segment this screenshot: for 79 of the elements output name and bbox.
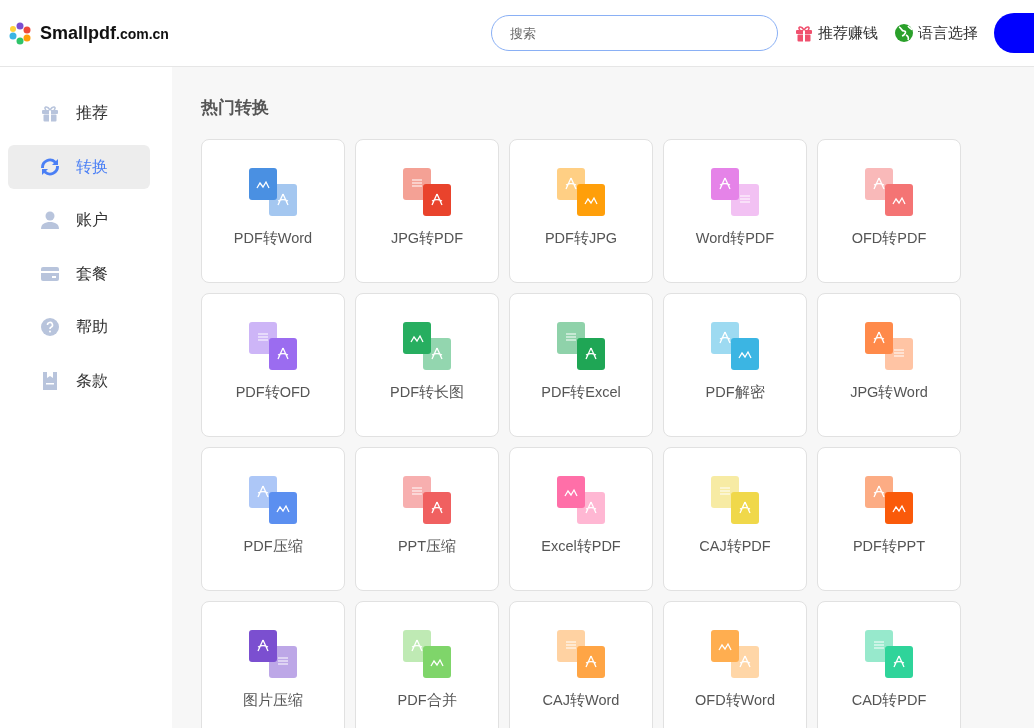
tool-label: PDF转OFD bbox=[234, 382, 312, 402]
user-icon bbox=[40, 210, 60, 230]
file-conversion-icon bbox=[403, 629, 451, 678]
gift-icon bbox=[40, 103, 60, 123]
file-conversion-icon bbox=[557, 321, 605, 370]
tool-label: PDF转PPT bbox=[851, 536, 927, 556]
file-conversion-icon bbox=[403, 167, 451, 216]
gift-icon bbox=[794, 23, 814, 43]
tool-card[interactable]: Word转PDF bbox=[663, 138, 807, 283]
file-conversion-icon bbox=[711, 321, 759, 370]
tool-label: CAJ转Word bbox=[541, 690, 621, 710]
tool-label: 图片压缩 bbox=[242, 690, 304, 710]
tool-card[interactable]: PDF压缩 bbox=[201, 446, 345, 591]
tool-card[interactable]: PDF解密 bbox=[663, 292, 807, 437]
file-conversion-icon bbox=[249, 629, 297, 678]
tool-card[interactable]: 图片压缩 bbox=[201, 600, 345, 728]
file-conversion-icon bbox=[557, 167, 605, 216]
tool-card[interactable]: OFD转PDF bbox=[817, 138, 961, 283]
globe-icon bbox=[894, 23, 914, 43]
tool-label: OFD转PDF bbox=[850, 228, 928, 248]
tool-label: PDF解密 bbox=[704, 382, 766, 402]
help-icon bbox=[40, 317, 60, 337]
tool-card[interactable]: PDF转JPG bbox=[509, 138, 653, 283]
header-button[interactable] bbox=[994, 13, 1034, 53]
tool-label: PPT压缩 bbox=[396, 536, 458, 556]
tool-card[interactable]: PDF合并 bbox=[355, 600, 499, 728]
tool-label: Excel转PDF bbox=[540, 536, 622, 556]
tool-card[interactable]: JPG转Word bbox=[817, 292, 961, 437]
file-conversion-icon bbox=[557, 475, 605, 524]
tool-label: JPG转Word bbox=[849, 382, 929, 402]
file-conversion-icon bbox=[711, 167, 759, 216]
file-conversion-icon bbox=[865, 321, 913, 370]
tool-label: OFD转Word bbox=[694, 690, 776, 710]
tool-label: PDF转Excel bbox=[540, 382, 622, 402]
section-title: 热门转换 bbox=[201, 97, 270, 119]
tool-card[interactable]: PDF转OFD bbox=[201, 292, 345, 437]
header-link[interactable]: 语言选择 bbox=[894, 21, 978, 45]
tool-label: PDF转Word bbox=[232, 228, 314, 248]
header-link[interactable]: 推荐赚钱 bbox=[794, 21, 878, 45]
tool-card[interactable]: CAD转PDF bbox=[817, 600, 961, 728]
search-field[interactable]: 搜索 bbox=[491, 15, 778, 51]
tool-label: PDF合并 bbox=[396, 690, 458, 710]
sidebar-item[interactable]: 条款 bbox=[8, 358, 150, 403]
tool-card[interactable]: PDF转长图 bbox=[355, 292, 499, 437]
sidebar-item[interactable]: 账户 bbox=[8, 198, 150, 242]
tool-label: PDF压缩 bbox=[242, 536, 304, 556]
file-conversion-icon bbox=[865, 629, 913, 678]
file-conversion-icon bbox=[865, 475, 913, 524]
file-conversion-icon bbox=[249, 475, 297, 524]
tool-card[interactable]: OFD转Word bbox=[663, 600, 807, 728]
tool-card[interactable]: PPT压缩 bbox=[355, 446, 499, 591]
file-conversion-icon bbox=[403, 475, 451, 524]
tool-card[interactable]: CAJ转Word bbox=[509, 600, 653, 728]
file-conversion-icon bbox=[865, 167, 913, 216]
tool-card[interactable]: PDF转PPT bbox=[817, 446, 961, 591]
sidebar-item[interactable]: 推荐 bbox=[8, 91, 150, 135]
file-conversion-icon bbox=[403, 321, 451, 370]
file-conversion-icon bbox=[711, 475, 759, 524]
file-conversion-icon bbox=[249, 321, 297, 370]
tool-label: CAD转PDF bbox=[850, 690, 928, 710]
logo-icon bbox=[8, 21, 32, 45]
tool-label: JPG转PDF bbox=[389, 228, 465, 248]
tool-card[interactable]: Excel转PDF bbox=[509, 446, 653, 591]
tool-card[interactable]: JPG转PDF bbox=[355, 138, 499, 283]
logo-text[interactable]: Smallpdf.com.cn bbox=[40, 19, 169, 47]
sidebar-item[interactable]: 帮助 bbox=[8, 305, 150, 349]
tool-label: PDF转JPG bbox=[543, 228, 619, 248]
refresh-icon bbox=[40, 156, 60, 177]
tool-label: Word转PDF bbox=[694, 228, 776, 248]
tool-label: PDF转长图 bbox=[389, 382, 465, 402]
sidebar-item[interactable]: 套餐 bbox=[8, 251, 150, 296]
file-conversion-icon bbox=[249, 167, 297, 216]
file-conversion-icon bbox=[557, 629, 605, 678]
tool-card[interactable]: CAJ转PDF bbox=[663, 446, 807, 591]
tool-label: CAJ转PDF bbox=[698, 536, 772, 556]
tool-card[interactable]: PDF转Excel bbox=[509, 292, 653, 437]
file-conversion-icon bbox=[711, 629, 759, 678]
tool-card[interactable]: PDF转Word bbox=[201, 138, 345, 283]
document-icon bbox=[40, 370, 60, 391]
